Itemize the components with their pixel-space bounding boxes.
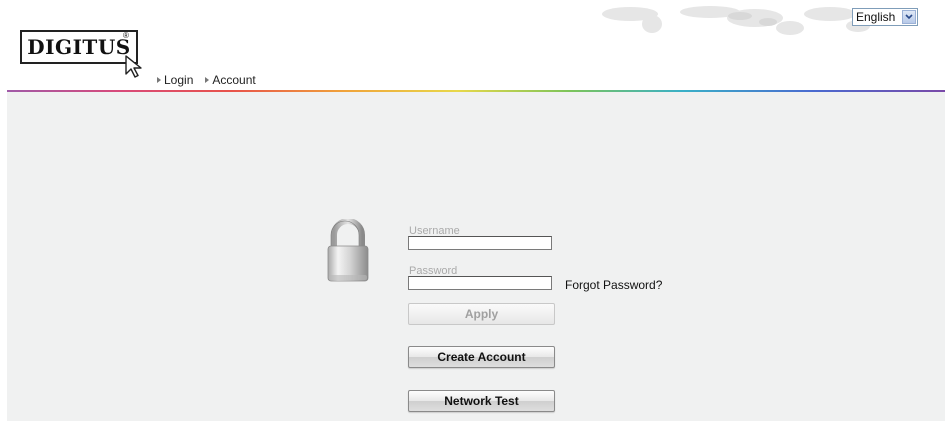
breadcrumb-nav: Login Account [157, 73, 256, 87]
forgot-password-link[interactable]: Forgot Password? [565, 278, 662, 292]
digitus-logo: DIGITUS ® [20, 30, 160, 80]
world-map-graphic [602, 6, 870, 35]
registered-mark: ® [123, 31, 129, 40]
nav-item-label: Account [212, 73, 256, 87]
apply-button[interactable]: Apply [408, 303, 555, 325]
cursor-arrow-icon [125, 55, 142, 78]
language-select[interactable]: English [852, 8, 918, 26]
main-content [7, 92, 945, 421]
create-account-button[interactable]: Create Account [408, 346, 555, 368]
nav-item-login[interactable]: Login [157, 73, 193, 87]
chevron-down-icon[interactable] [902, 10, 916, 24]
nav-item-account[interactable]: Account [205, 73, 256, 87]
logo-text: DIGITUS [27, 35, 131, 59]
network-test-button[interactable]: Network Test [408, 390, 555, 412]
language-select-value: English [856, 10, 896, 24]
header: DIGITUS ® Login Account English [0, 0, 945, 92]
arrow-right-icon [205, 77, 210, 83]
nav-item-label: Login [164, 73, 194, 87]
username-input[interactable] [408, 236, 552, 250]
page: DIGITUS ® Login Account English Username… [0, 0, 945, 421]
padlock-icon [327, 219, 369, 282]
chevron-down-glyph [905, 14, 913, 20]
logo-box: DIGITUS [20, 30, 138, 64]
password-input[interactable] [408, 276, 552, 290]
arrow-right-icon [157, 77, 161, 83]
